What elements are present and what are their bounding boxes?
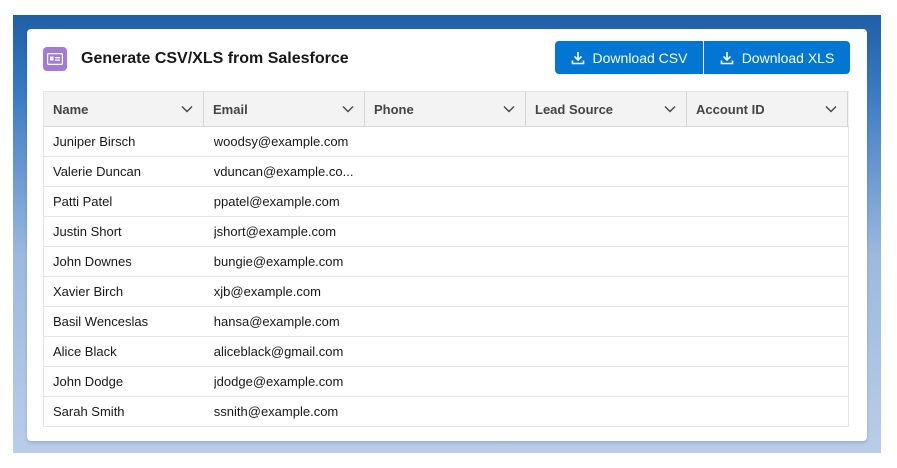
contact-card-icon: [43, 47, 67, 71]
table-row: John Dodge jdodge@example.com: [43, 367, 849, 397]
cell-lead-source: [526, 127, 687, 156]
card-header: Generate CSV/XLS from Salesforce: [43, 45, 349, 73]
column-header-phone[interactable]: Phone: [365, 92, 526, 126]
cell-account-id: [687, 367, 848, 396]
cell-email: ppatel@example.com: [213, 194, 340, 209]
cell-lead-source: [526, 247, 687, 276]
cell-phone: [366, 187, 527, 216]
column-header-email[interactable]: Email: [204, 92, 365, 126]
cell-name: John Dodge: [53, 374, 124, 389]
download-button-group: Download CSV Download XLS: [555, 41, 850, 74]
cell-name: Juniper Birsch: [53, 134, 136, 149]
cell-account-id: [687, 247, 848, 276]
cell-phone: [366, 217, 527, 246]
cell-account-id: [687, 277, 848, 306]
cell-lead-source: [526, 367, 687, 396]
table-row: Justin Short jshort@example.com: [43, 217, 849, 247]
export-card: Generate CSV/XLS from Salesforce Downloa…: [27, 29, 867, 441]
cell-name: Valerie Duncan: [53, 164, 141, 179]
chevron-down-icon[interactable]: [503, 105, 515, 113]
cell-lead-source: [526, 307, 687, 336]
cell-email: ssnith@example.com: [213, 404, 339, 419]
chevron-down-icon[interactable]: [342, 105, 354, 113]
table-row: Valerie Duncan vduncan@example.co...: [43, 157, 849, 187]
cell-lead-source: [526, 397, 687, 426]
table-row: Alice Black aliceblack@gmail.com: [43, 337, 849, 367]
records-table: Name Email Phone Lead Source Account ID …: [43, 91, 849, 427]
download-csv-label: Download CSV: [592, 49, 688, 66]
cell-account-id: [687, 127, 848, 156]
column-header-name[interactable]: Name: [43, 92, 204, 126]
cell-phone: [366, 247, 527, 276]
cell-account-id: [687, 217, 848, 246]
table-row: Xavier Birch xjb@example.com: [43, 277, 849, 307]
chevron-down-icon[interactable]: [825, 105, 837, 113]
cell-email: hansa@example.com: [213, 314, 340, 329]
cell-email: vduncan@example.co...: [213, 164, 354, 179]
cell-name: Alice Black: [53, 344, 117, 359]
cell-lead-source: [526, 337, 687, 366]
download-xls-label: Download XLS: [741, 49, 835, 66]
cell-lead-source: [526, 277, 687, 306]
cell-email: woodsy@example.com: [213, 134, 349, 149]
cell-email: aliceblack@gmail.com: [213, 344, 344, 359]
cell-phone: [366, 157, 527, 186]
cell-email: bungie@example.com: [213, 254, 344, 269]
cell-account-id: [687, 157, 848, 186]
cell-name: Xavier Birch: [53, 284, 124, 299]
cell-phone: [366, 337, 527, 366]
column-header-lead-source[interactable]: Lead Source: [526, 92, 687, 126]
card-title: Generate CSV/XLS from Salesforce: [81, 50, 349, 67]
cell-email: jshort@example.com: [213, 224, 337, 239]
cell-phone: [366, 127, 527, 156]
cell-phone: [366, 367, 527, 396]
cell-phone: [366, 307, 527, 336]
cell-name: Justin Short: [53, 224, 122, 239]
download-icon: [720, 51, 733, 64]
cell-name: John Downes: [53, 254, 132, 269]
table-row: John Downes bungie@example.com: [43, 247, 849, 277]
cell-name: Basil Wenceslas: [53, 314, 149, 329]
cell-lead-source: [526, 157, 687, 186]
cell-lead-source: [526, 187, 687, 216]
cell-account-id: [687, 187, 848, 216]
chevron-down-icon[interactable]: [664, 105, 676, 113]
table-row: Sarah Smith ssnith@example.com: [43, 397, 849, 427]
cell-email: xjb@example.com: [213, 284, 321, 299]
cell-name: Patti Patel: [53, 194, 113, 209]
cell-name: Sarah Smith: [53, 404, 125, 419]
cell-phone: [366, 277, 527, 306]
download-csv-button[interactable]: Download CSV: [555, 41, 703, 74]
cell-phone: [366, 397, 527, 426]
table-row: Juniper Birsch woodsy@example.com: [43, 127, 849, 157]
table-header: Name Email Phone Lead Source Account ID: [43, 91, 849, 127]
table-row: Patti Patel ppatel@example.com: [43, 187, 849, 217]
cell-lead-source: [526, 217, 687, 246]
chevron-down-icon[interactable]: [181, 105, 193, 113]
column-header-account-id[interactable]: Account ID: [687, 92, 848, 126]
cell-account-id: [687, 337, 848, 366]
download-icon: [571, 51, 584, 64]
cell-account-id: [687, 307, 848, 336]
download-xls-button[interactable]: Download XLS: [704, 41, 850, 74]
cell-email: jdodge@example.com: [213, 374, 344, 389]
table-row: Basil Wenceslas hansa@example.com: [43, 307, 849, 337]
cell-account-id: [687, 397, 848, 426]
